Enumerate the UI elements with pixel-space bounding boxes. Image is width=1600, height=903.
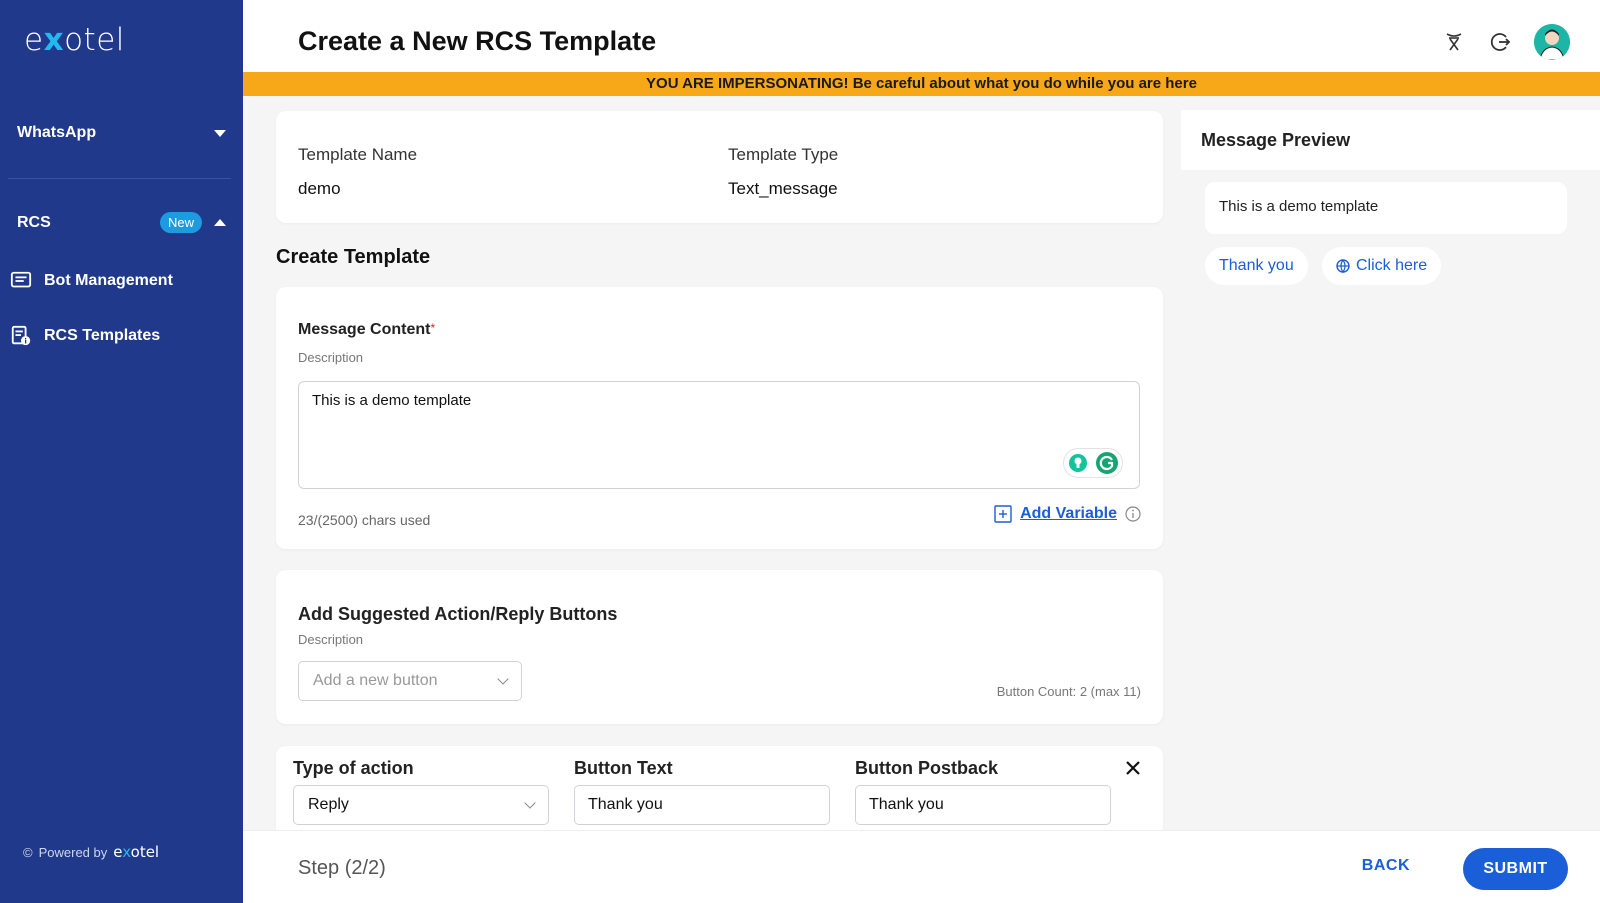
copyright-icon: © bbox=[23, 844, 33, 860]
type-of-action-value: Reply bbox=[308, 796, 349, 813]
logout-icon[interactable] bbox=[1488, 30, 1512, 54]
powered-logo-text-x: x bbox=[122, 843, 131, 861]
template-type-label: Template Type bbox=[728, 145, 839, 164]
required-marker: * bbox=[430, 321, 436, 335]
message-content-label: Message Content bbox=[298, 321, 431, 338]
message-content-textarea[interactable]: This is a demo template bbox=[298, 381, 1140, 489]
sidebar-item-rcs-templates[interactable]: i RCS Templates bbox=[10, 325, 160, 347]
chevron-down-icon bbox=[524, 797, 536, 809]
chars-counter: 23/(2500) chars used bbox=[298, 512, 431, 528]
button-postback-input[interactable]: Thank you bbox=[855, 785, 1111, 825]
template-type-value: Text_message bbox=[728, 179, 838, 198]
submit-button[interactable]: SUBMIT bbox=[1463, 848, 1568, 890]
message-preview-title: Message Preview bbox=[1181, 110, 1600, 170]
sidebar-divider bbox=[8, 178, 231, 179]
message-content-description: Description bbox=[298, 350, 364, 365]
powered-by-label: Powered by bbox=[38, 844, 108, 860]
button-text-input[interactable]: Thank you bbox=[574, 785, 830, 825]
chat-list-icon bbox=[10, 271, 32, 288]
preview-chip-link[interactable]: Click here bbox=[1322, 247, 1442, 285]
logo-text-x: x bbox=[43, 22, 65, 58]
create-template-heading: Create Template bbox=[276, 246, 431, 268]
chevron-down-icon bbox=[214, 129, 226, 137]
chevron-down-icon bbox=[497, 673, 509, 685]
template-name-value: demo bbox=[298, 179, 341, 198]
preview-chip-label: Thank you bbox=[1219, 257, 1294, 274]
button-postback-label: Button Postback bbox=[855, 758, 999, 778]
button-count: Button Count: 2 (max 11) bbox=[996, 684, 1141, 699]
type-of-action-label: Type of action bbox=[293, 758, 414, 778]
grammarly-icon bbox=[1095, 452, 1118, 474]
grammarly-widget[interactable] bbox=[1063, 448, 1123, 478]
back-button[interactable]: BACK bbox=[1362, 857, 1410, 875]
step-indicator: Step (2/2) bbox=[298, 857, 386, 879]
add-button-select[interactable]: Add a new button bbox=[298, 661, 522, 701]
logo-text: e bbox=[24, 22, 44, 58]
add-variable: Add Variable bbox=[994, 505, 1141, 523]
top-header: Create a New RCS Template bbox=[243, 0, 1600, 72]
suggested-buttons-card: Add Suggested Action/Reply Buttons Descr… bbox=[276, 570, 1163, 724]
template-name-label: Template Name bbox=[298, 145, 418, 164]
sidebar-group-label: WhatsApp bbox=[17, 124, 97, 141]
message-content-text: This is a demo template bbox=[312, 392, 472, 409]
powered-logo-text: e bbox=[113, 843, 123, 861]
sidebar-item-bot-management[interactable]: Bot Management bbox=[10, 270, 173, 292]
powered-logo-text-end: otel bbox=[130, 843, 160, 861]
lightbulb-icon bbox=[1068, 454, 1087, 472]
close-icon[interactable] bbox=[1125, 760, 1141, 776]
template-info-card: Template Name demo Template Type Text_me… bbox=[276, 111, 1163, 223]
sidebar-item-label: Bot Management bbox=[44, 272, 173, 289]
sidebar: exotel WhatsApp RCS New Bot Management i… bbox=[0, 0, 243, 903]
new-badge: New bbox=[159, 212, 202, 233]
powered-by: © Powered by exotel bbox=[23, 843, 159, 861]
suggested-buttons-title: Add Suggested Action/Reply Buttons bbox=[298, 604, 618, 624]
message-preview-panel: Message Preview This is a demo template … bbox=[1181, 110, 1600, 830]
template-icon: i bbox=[11, 325, 31, 345]
preview-message-bubble: This is a demo template bbox=[1205, 182, 1567, 234]
button-text-value: Thank you bbox=[588, 796, 663, 813]
impersonation-banner: YOU ARE IMPERSONATING! Be careful about … bbox=[243, 72, 1600, 96]
info-icon[interactable] bbox=[1125, 506, 1141, 522]
globe-icon bbox=[1336, 259, 1350, 273]
incognito-icon[interactable] bbox=[1442, 30, 1466, 54]
chevron-up-icon bbox=[214, 219, 226, 226]
add-square-icon[interactable] bbox=[994, 505, 1012, 523]
message-content-card: Message Content* Description This is a d… bbox=[276, 287, 1163, 549]
add-button-placeholder: Add a new button bbox=[313, 672, 438, 689]
exotel-logo[interactable]: exotel bbox=[24, 22, 125, 58]
sidebar-group-rcs[interactable]: RCS New bbox=[17, 212, 226, 233]
avatar[interactable] bbox=[1534, 24, 1570, 60]
footer-bar: Step (2/2) BACK SUBMIT bbox=[243, 830, 1600, 903]
button-text-label: Button Text bbox=[574, 758, 673, 778]
sidebar-item-label: RCS Templates bbox=[44, 327, 161, 344]
page-title: Create a New RCS Template bbox=[298, 26, 657, 56]
message-content-title: Message Content* bbox=[298, 321, 435, 339]
header-actions bbox=[1442, 24, 1570, 60]
powered-by-logo: exotel bbox=[113, 843, 159, 861]
button-row-card: Type of action Reply Button Text Thank y… bbox=[276, 746, 1163, 830]
sidebar-group-label: RCS bbox=[17, 213, 51, 231]
preview-chip-reply[interactable]: Thank you bbox=[1205, 247, 1308, 285]
suggested-buttons-description: Description bbox=[298, 632, 364, 647]
add-variable-link[interactable]: Add Variable bbox=[1020, 505, 1117, 523]
sidebar-group-whatsapp[interactable]: WhatsApp bbox=[17, 124, 226, 142]
svg-text:i: i bbox=[24, 336, 27, 345]
button-postback-value: Thank you bbox=[869, 796, 944, 813]
logo-text-end: otel bbox=[64, 22, 125, 58]
type-of-action-select[interactable]: Reply bbox=[293, 785, 549, 825]
preview-chip-label: Click here bbox=[1356, 257, 1428, 274]
